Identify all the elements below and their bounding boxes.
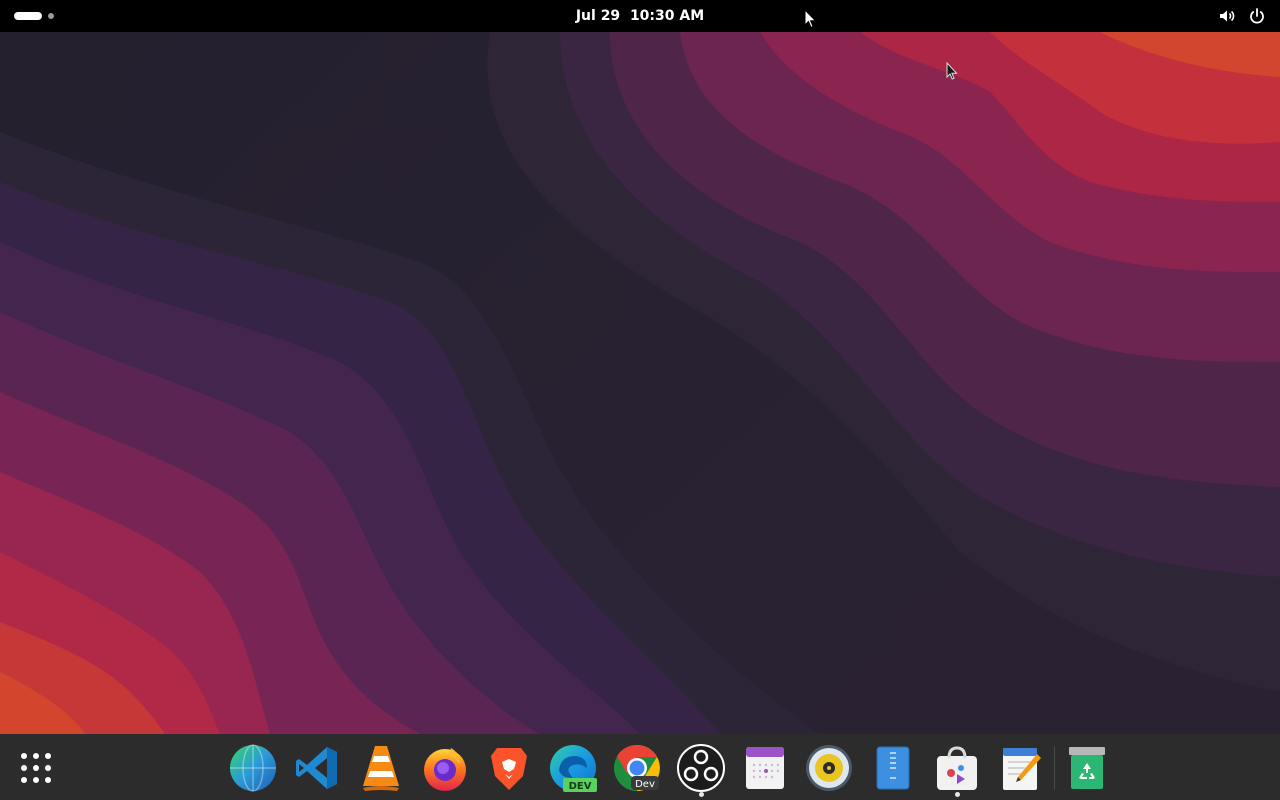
top-bar: Jul 29 10:30 AM [0, 0, 1280, 32]
dock-app-firefox[interactable] [421, 744, 469, 792]
dock-app-text-editor[interactable] [997, 744, 1045, 792]
app-grid-icon [21, 753, 51, 783]
file-manager-icon [876, 746, 910, 790]
dock-app-chrome-dev[interactable]: Dev [613, 744, 661, 792]
clock-time[interactable]: 10:30 AM [630, 8, 704, 24]
dock-app-obs[interactable] [677, 744, 725, 792]
chrome-dev-badge: Dev [635, 779, 655, 790]
firefox-icon [424, 748, 466, 791]
volume-icon[interactable] [1218, 7, 1236, 25]
store-running-indicator [955, 792, 960, 797]
workspace-indicator-active [14, 12, 42, 20]
mouse-cursor-icon [804, 9, 817, 29]
workspace-indicator-inactive [48, 13, 54, 19]
show-apps-button[interactable] [16, 748, 56, 788]
calendar-icon [746, 747, 784, 789]
desktop-wallpaper [0, 32, 1280, 734]
dock-app-software-store[interactable] [933, 744, 981, 792]
mouse-cursor-icon [946, 62, 958, 80]
rhythmbox-icon [806, 745, 852, 791]
power-icon[interactable] [1248, 7, 1266, 25]
dock-app-edge-dev[interactable]: DEV [549, 744, 597, 792]
obs-icon [677, 744, 725, 792]
trash-icon [1069, 747, 1105, 789]
clock[interactable]: Jul 29 10:30 AM [0, 0, 1280, 32]
text-editor-icon [1003, 748, 1041, 790]
brave-icon [491, 748, 527, 790]
software-store-icon [937, 746, 977, 790]
dock-app-brave[interactable] [485, 744, 533, 792]
clock-date[interactable]: Jul 29 [576, 8, 620, 24]
edge-dev-badge: DEV [569, 781, 592, 792]
dock-separator [1054, 746, 1055, 790]
obs-running-indicator [699, 792, 704, 797]
edge-dev-icon: DEV [550, 745, 597, 792]
dock-app-rhythmbox[interactable] [805, 744, 853, 792]
dock-app-file-manager[interactable] [869, 744, 917, 792]
globe-browser-icon [230, 744, 276, 792]
dock-app-trash[interactable] [1063, 744, 1111, 792]
dock-app-vlc[interactable] [357, 744, 405, 792]
vlc-icon [363, 746, 399, 791]
dock: DEV Dev [0, 734, 1280, 800]
dock-app-vscode[interactable] [293, 744, 341, 792]
dock-app-calendar[interactable] [741, 744, 789, 792]
dock-app-web-browser[interactable] [229, 744, 277, 792]
vscode-icon [296, 747, 337, 789]
system-tray[interactable] [1218, 6, 1266, 26]
chrome-dev-icon: Dev [614, 744, 660, 791]
activities-button[interactable] [14, 10, 54, 22]
